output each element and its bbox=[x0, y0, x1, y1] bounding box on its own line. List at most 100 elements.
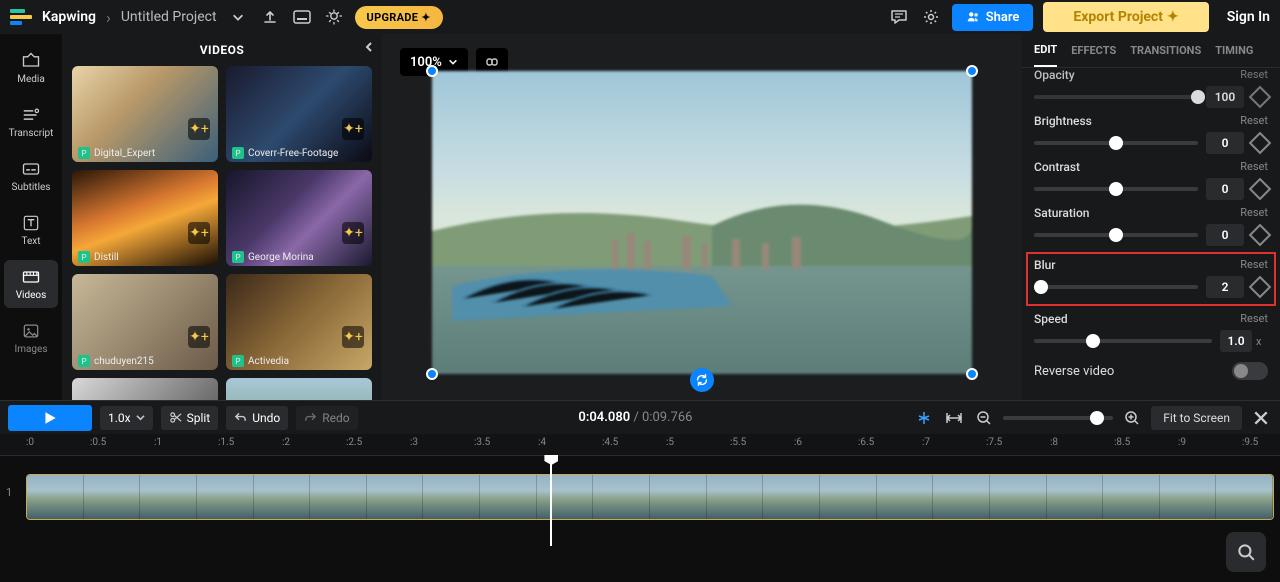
undo-button[interactable]: Undo bbox=[226, 406, 288, 430]
contrast-value[interactable]: 0 bbox=[1206, 178, 1244, 200]
add-media-icon[interactable]: ✦+ bbox=[188, 222, 210, 244]
timeline-zoom-slider[interactable] bbox=[1003, 416, 1113, 420]
ruler-tick: :0 bbox=[26, 437, 34, 448]
add-media-icon[interactable]: ✦+ bbox=[188, 326, 210, 348]
keyframe-button[interactable] bbox=[1249, 132, 1272, 155]
prop-contrast: ContrastReset 0 bbox=[1034, 160, 1268, 200]
snap-icon[interactable] bbox=[913, 407, 935, 429]
blur-slider[interactable] bbox=[1034, 285, 1198, 289]
reset-button[interactable]: Reset bbox=[1240, 206, 1268, 220]
project-name[interactable]: Untitled Project bbox=[121, 9, 217, 25]
chevron-down-icon[interactable] bbox=[227, 6, 249, 28]
upload-icon[interactable] bbox=[259, 6, 281, 28]
undo-icon bbox=[234, 411, 247, 424]
upgrade-button[interactable]: UPGRADE✦ bbox=[355, 6, 443, 29]
keyframe-button[interactable] bbox=[1249, 224, 1272, 247]
playback-speed[interactable]: 1.0x bbox=[100, 406, 153, 430]
right-panel: EDIT EFFECTS TRANSITIONS TIMING OpacityR… bbox=[1022, 34, 1280, 400]
reverse-toggle[interactable] bbox=[1232, 362, 1268, 380]
keyframe-button[interactable] bbox=[1249, 276, 1272, 299]
signin-link[interactable]: Sign In bbox=[1227, 9, 1270, 25]
timeline-search-button[interactable] bbox=[1226, 532, 1266, 572]
reset-button[interactable]: Reset bbox=[1240, 258, 1268, 272]
timeline-ruler[interactable]: :0:0.5:1:1.5:2:2.5:3:3.5:4:4.5:5:5.5:6:6… bbox=[0, 434, 1280, 456]
add-media-icon[interactable]: ✦+ bbox=[342, 222, 364, 244]
split-button[interactable]: Split bbox=[161, 406, 219, 430]
add-media-icon[interactable]: ✦+ bbox=[342, 118, 364, 140]
rail-videos[interactable]: Videos bbox=[4, 260, 58, 308]
add-media-icon[interactable]: ✦+ bbox=[188, 118, 210, 140]
ruler-tick: :1 bbox=[154, 437, 162, 448]
tab-effects[interactable]: EFFECTS bbox=[1071, 35, 1116, 66]
reset-button[interactable]: Reset bbox=[1240, 312, 1268, 326]
media-item[interactable]: ✦+Pchuduyen215 bbox=[72, 274, 218, 370]
preview-frame[interactable] bbox=[432, 71, 972, 374]
ruler-tick: :2.5 bbox=[346, 437, 362, 448]
tab-transitions[interactable]: TRANSITIONS bbox=[1130, 35, 1201, 66]
opacity-slider[interactable] bbox=[1034, 95, 1198, 99]
caption-icon[interactable] bbox=[291, 6, 313, 28]
keyframe-button[interactable] bbox=[1249, 178, 1272, 201]
ruler-tick: :9 bbox=[1178, 437, 1186, 448]
rail-images[interactable]: Images bbox=[4, 314, 58, 362]
rail-label: Text bbox=[21, 236, 40, 247]
fit-to-screen-button[interactable]: Fit to Screen bbox=[1151, 406, 1242, 430]
prop-label: Speed bbox=[1034, 312, 1068, 326]
speed-value[interactable]: 1.0 bbox=[1220, 330, 1252, 352]
rail-media[interactable]: Media bbox=[4, 44, 58, 92]
keyframe-button[interactable] bbox=[1249, 86, 1272, 109]
lightbulb-icon[interactable] bbox=[323, 6, 345, 28]
playhead[interactable] bbox=[550, 456, 552, 546]
video-clip[interactable] bbox=[26, 474, 1274, 520]
redo-button[interactable]: Redo bbox=[296, 406, 357, 430]
brightness-slider[interactable] bbox=[1034, 141, 1198, 145]
rail-label: Subtitles bbox=[12, 182, 51, 193]
speed-slider[interactable] bbox=[1034, 339, 1212, 343]
ruler-tick: :8 bbox=[1050, 437, 1058, 448]
comment-icon[interactable] bbox=[888, 6, 910, 28]
zoom-out-icon[interactable] bbox=[973, 407, 995, 429]
reset-button[interactable]: Reset bbox=[1240, 68, 1268, 82]
media-item[interactable]: ✦+PDistill bbox=[72, 170, 218, 266]
opacity-value[interactable]: 100 bbox=[1206, 86, 1244, 108]
media-item[interactable]: ✦+PActivedia bbox=[226, 274, 372, 370]
zoom-in-icon[interactable] bbox=[1121, 407, 1143, 429]
saturation-slider[interactable] bbox=[1034, 233, 1198, 237]
duration: 0:09.766 bbox=[642, 410, 692, 425]
source-icon: P bbox=[232, 147, 244, 159]
reset-button[interactable]: Reset bbox=[1240, 160, 1268, 174]
chevron-down-icon bbox=[136, 413, 145, 422]
saturation-value[interactable]: 0 bbox=[1206, 224, 1244, 246]
gear-icon[interactable] bbox=[920, 6, 942, 28]
blur-value[interactable]: 2 bbox=[1206, 276, 1244, 298]
media-item[interactable]: ✦+ bbox=[226, 378, 372, 400]
ruler-tick: :4 bbox=[538, 437, 546, 448]
close-icon[interactable] bbox=[1250, 407, 1272, 429]
media-caption: PCoverr-Free-Footage bbox=[232, 147, 338, 159]
brightness-value[interactable]: 0 bbox=[1206, 132, 1244, 154]
media-item[interactable]: ✦+ bbox=[72, 378, 218, 400]
scissors-icon bbox=[169, 411, 182, 424]
reset-button[interactable]: Reset bbox=[1240, 114, 1268, 128]
rail-text[interactable]: Text bbox=[4, 206, 58, 254]
contrast-slider[interactable] bbox=[1034, 187, 1198, 191]
kapwing-logo[interactable] bbox=[10, 8, 32, 26]
media-item[interactable]: ✦+PGeorge Morina bbox=[226, 170, 372, 266]
share-button[interactable]: Share bbox=[952, 4, 1034, 31]
add-media-icon[interactable]: ✦+ bbox=[342, 326, 364, 348]
media-item[interactable]: ✦+PDigital_Expert bbox=[72, 66, 218, 162]
prop-label: Saturation bbox=[1034, 206, 1089, 220]
media-item[interactable]: ✦+ PCoverr-Free-Footage bbox=[226, 66, 372, 162]
left-rail: Media Transcript Subtitles Text Videos I… bbox=[0, 34, 62, 400]
refresh-preview-button[interactable] bbox=[690, 368, 714, 392]
trim-icon[interactable] bbox=[943, 407, 965, 429]
rail-transcript[interactable]: Transcript bbox=[4, 98, 58, 146]
play-button[interactable] bbox=[8, 405, 92, 431]
rail-subtitles[interactable]: Subtitles bbox=[4, 152, 58, 200]
upgrade-label: UPGRADE bbox=[367, 11, 419, 24]
tab-edit[interactable]: EDIT bbox=[1034, 34, 1057, 67]
prop-label: Brightness bbox=[1034, 114, 1092, 128]
collapse-panel-icon[interactable] bbox=[362, 40, 376, 54]
tab-timing[interactable]: TIMING bbox=[1215, 35, 1253, 66]
export-button[interactable]: Export Project✦ bbox=[1043, 2, 1208, 32]
